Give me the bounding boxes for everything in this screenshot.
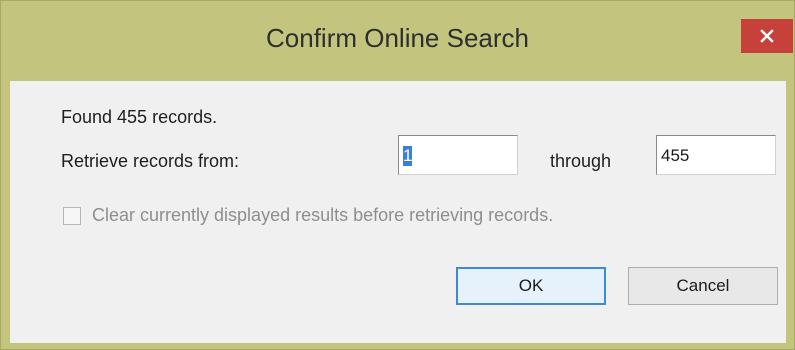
- found-records-text: Found 455 records.: [61, 107, 218, 127]
- clear-results-checkbox[interactable]: [63, 207, 81, 225]
- close-button[interactable]: [741, 19, 793, 53]
- retrieve-records-label: Retrieve records from:: [61, 151, 240, 171]
- close-icon: [760, 29, 774, 43]
- clear-results-label: Clear currently displayed results before…: [92, 205, 554, 225]
- from-record-input[interactable]: [398, 135, 518, 175]
- cancel-button[interactable]: Cancel: [628, 267, 778, 305]
- to-record-input[interactable]: [656, 135, 776, 175]
- dialog-title: Confirm Online Search: [266, 23, 529, 53]
- title-bar[interactable]: Confirm Online Search: [1, 1, 794, 83]
- dialog-window: Confirm Online Search Found 455 records.…: [0, 0, 795, 350]
- ok-button[interactable]: OK: [456, 267, 606, 305]
- through-label: through: [550, 151, 612, 171]
- dialog-content: Found 455 records. Retrieve records from…: [10, 81, 786, 343]
